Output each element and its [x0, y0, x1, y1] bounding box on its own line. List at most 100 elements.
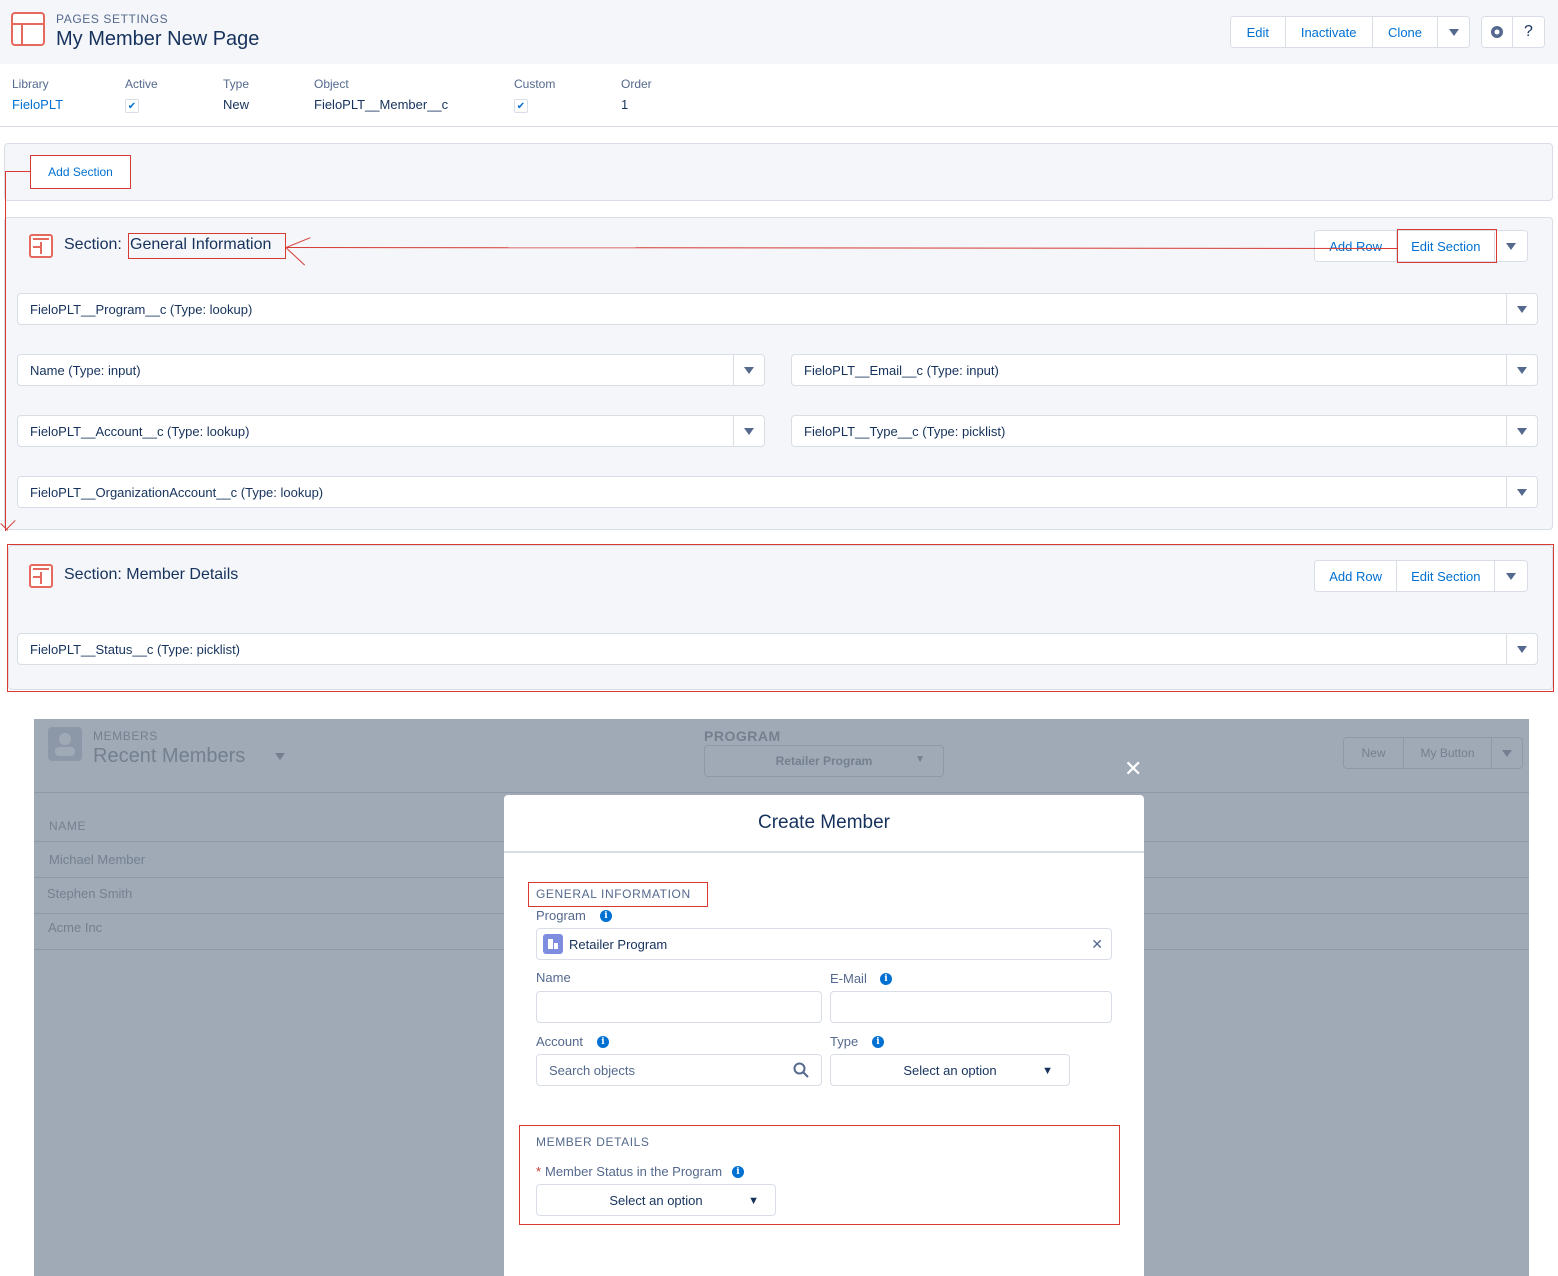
section-menu-button[interactable]	[1495, 231, 1527, 261]
info-icon[interactable]: i	[732, 1166, 744, 1178]
field-menu-button[interactable]	[1506, 416, 1537, 446]
program-lookup-value: Retailer Program	[569, 936, 668, 952]
field-label: FieloPLT__Account__c (Type: lookup)	[30, 423, 250, 439]
more-actions-button[interactable]	[1438, 17, 1469, 47]
chevron-down-icon	[275, 753, 285, 760]
triangle-down-icon: ▼	[1042, 1065, 1053, 1077]
type-select-placeholder: Select an option	[903, 1062, 997, 1078]
email-input[interactable]	[830, 991, 1112, 1023]
field-row[interactable]: Name (Type: input)	[17, 354, 765, 386]
program-select[interactable]: Retailer Program ▼	[704, 745, 944, 777]
field-menu-button[interactable]	[1506, 355, 1537, 385]
field-label: FieloPLT__Program__c (Type: lookup)	[30, 301, 253, 317]
field-label: FieloPLT__OrganizationAccount__c (Type: …	[30, 484, 324, 500]
divider	[1144, 841, 1529, 842]
add-row-button[interactable]: Add Row	[1315, 231, 1398, 261]
info-icon[interactable]: i	[872, 1036, 884, 1048]
add-row-button[interactable]: Add Row	[1315, 561, 1398, 591]
chevron-down-icon	[744, 427, 754, 435]
field-row[interactable]: FieloPLT__OrganizationAccount__c (Type: …	[17, 476, 1538, 508]
page-layout-icon	[11, 12, 45, 46]
info-icon[interactable]: i	[880, 973, 892, 985]
table-row[interactable]: Stephen Smith	[47, 886, 132, 901]
section-layout-icon	[29, 564, 53, 588]
field-label: FieloPLT__Email__c (Type: input)	[804, 362, 999, 378]
order-label: Order	[621, 77, 652, 91]
program-select-value: Retailer Program	[775, 754, 873, 768]
library-label: Library	[12, 77, 49, 91]
learn-button[interactable]	[1482, 17, 1514, 47]
list-view-switcher[interactable]	[275, 753, 285, 760]
program-lookup[interactable]: Retailer Program ✕	[536, 928, 1112, 960]
clear-selection-icon[interactable]: ✕	[1091, 936, 1103, 953]
chevron-down-icon	[1448, 28, 1459, 36]
field-menu-button[interactable]	[733, 355, 764, 385]
field-menu-button[interactable]	[1506, 634, 1537, 664]
chevron-down-icon	[1502, 749, 1512, 757]
field-label: FieloPLT__Status__c (Type: picklist)	[30, 641, 241, 657]
field-menu-button[interactable]	[1506, 477, 1537, 507]
name-input[interactable]	[536, 991, 822, 1023]
field-row[interactable]: FieloPLT__Status__c (Type: picklist)	[17, 633, 1538, 665]
modal-title: Create Member	[504, 795, 1144, 853]
record-actions: Edit Inactivate Clone	[1230, 16, 1470, 48]
program-label: PROGRAM	[704, 728, 781, 744]
utility-buttons: ?	[1481, 16, 1545, 48]
chevron-down-icon	[1517, 488, 1527, 496]
info-icon[interactable]: i	[600, 910, 612, 922]
field-row[interactable]: FieloPLT__Program__c (Type: lookup)	[17, 293, 1538, 325]
info-icon[interactable]: i	[597, 1036, 609, 1048]
clone-button[interactable]: Clone	[1372, 17, 1439, 47]
field-row[interactable]: FieloPLT__Email__c (Type: input)	[791, 354, 1538, 386]
object-eyebrow: PAGES SETTINGS	[56, 12, 169, 26]
divider	[0, 126, 1558, 127]
field-menu-button[interactable]	[733, 416, 764, 446]
library-link[interactable]: FieloPLT	[12, 97, 63, 112]
email-label: E-Mail	[830, 971, 867, 986]
section-layout-icon	[29, 234, 53, 258]
annotation-box	[30, 155, 131, 189]
list-menu-button[interactable]	[1492, 738, 1522, 768]
list-actions: New My Button	[1343, 737, 1523, 769]
edit-section-button[interactable]: Edit Section	[1397, 561, 1496, 591]
custom-checkbox: ✔	[514, 99, 528, 113]
section-menu-button[interactable]	[1495, 561, 1527, 591]
triangle-down-icon: ▼	[915, 754, 925, 765]
help-button[interactable]: ?	[1513, 17, 1544, 47]
table-row[interactable]: Acme Inc	[48, 920, 102, 935]
order-value: 1	[621, 97, 629, 112]
member-status-select[interactable]: Select an option ▼	[536, 1184, 776, 1216]
divider	[34, 949, 504, 950]
search-icon	[793, 1062, 809, 1078]
name-label: Name	[536, 970, 571, 985]
field-label: Name (Type: input)	[30, 362, 141, 378]
my-button[interactable]: My Button	[1404, 738, 1492, 768]
annotation-box	[128, 233, 286, 259]
inactivate-button[interactable]: Inactivate	[1285, 17, 1373, 47]
field-row[interactable]: FieloPLT__Account__c (Type: lookup)	[17, 415, 765, 447]
add-section-panel	[4, 143, 1553, 201]
type-value: New	[223, 97, 250, 112]
divider	[1144, 877, 1529, 878]
chevron-down-icon	[1517, 305, 1527, 313]
triangle-down-icon: ▼	[748, 1195, 759, 1207]
chevron-down-icon	[1517, 366, 1527, 374]
edit-button[interactable]: Edit	[1231, 17, 1286, 47]
section-actions: Add Row Edit Section	[1314, 560, 1528, 592]
field-menu-button[interactable]	[1506, 294, 1537, 324]
create-member-modal: Create Member GENERAL INFORMATION Progra…	[504, 795, 1144, 1276]
chevron-down-icon	[1517, 645, 1527, 653]
divider	[34, 877, 504, 878]
new-button[interactable]: New	[1344, 738, 1404, 768]
list-view-title: Recent Members	[93, 745, 246, 767]
annotation-box	[528, 882, 708, 907]
custom-label: Custom	[514, 77, 556, 91]
type-select[interactable]: Select an option ▼	[830, 1054, 1070, 1086]
annotation-line	[5, 171, 31, 172]
table-row[interactable]: Michael Member	[49, 852, 145, 867]
name-column-header: NAME	[49, 819, 87, 833]
account-search-input[interactable]: Search objects	[536, 1054, 822, 1086]
field-row[interactable]: FieloPLT__Type__c (Type: picklist)	[791, 415, 1538, 447]
member-status-placeholder: Select an option	[609, 1192, 703, 1208]
close-modal-button[interactable]: ✕	[1124, 756, 1142, 782]
